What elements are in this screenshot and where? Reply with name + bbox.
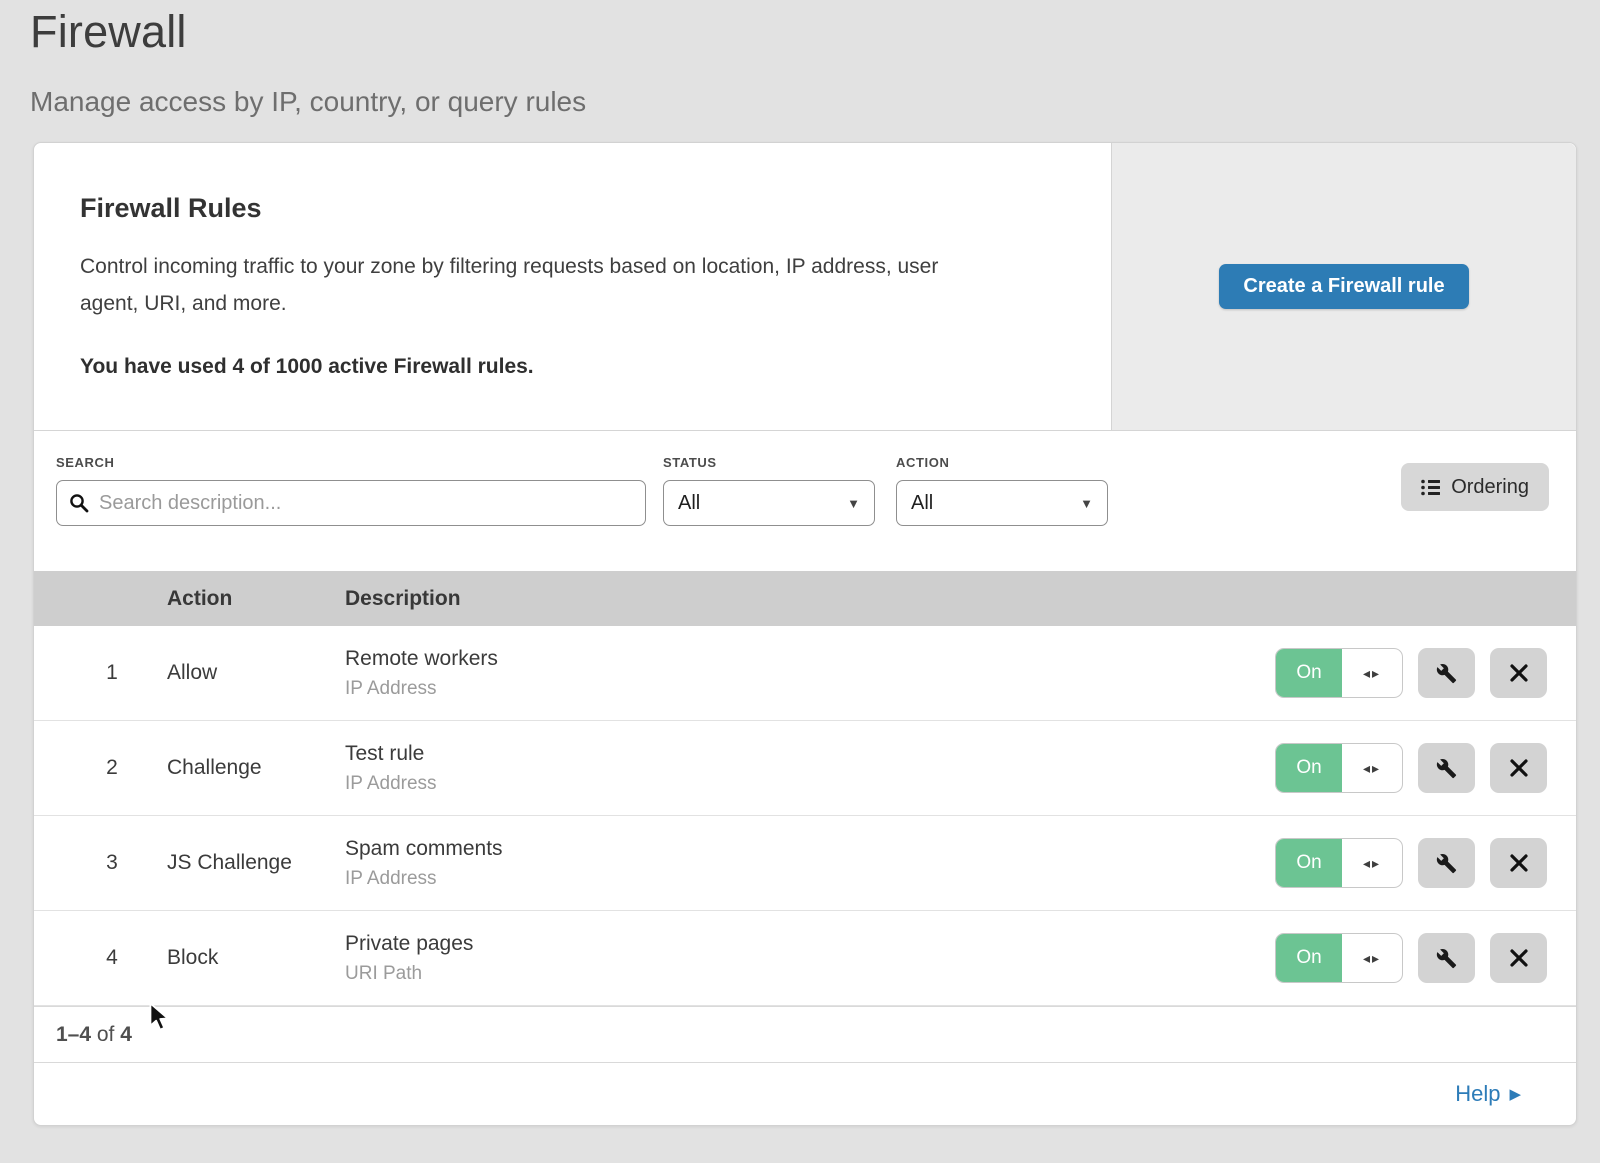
card-heading: Firewall Rules <box>80 193 1071 224</box>
search-input[interactable] <box>56 480 646 526</box>
status-select[interactable]: All ▼ <box>663 480 875 526</box>
search-icon <box>69 493 89 513</box>
edit-rule-button[interactable] <box>1418 648 1475 698</box>
toggle-on-label: On <box>1276 934 1342 982</box>
toggle-on-label: On <box>1276 649 1342 697</box>
rule-priority: 3 <box>94 851 130 875</box>
rule-enabled-toggle[interactable]: On ◂▸ <box>1275 648 1403 698</box>
rule-match-type: URI Path <box>345 963 1238 985</box>
toggle-handle-icon: ◂▸ <box>1342 934 1402 982</box>
rule-match-type: IP Address <box>345 773 1238 795</box>
toggle-handle-icon: ◂▸ <box>1342 839 1402 887</box>
intro-text-panel: Firewall Rules Control incoming traffic … <box>34 143 1111 430</box>
action-label: ACTION <box>896 455 1108 470</box>
rule-priority: 2 <box>94 756 130 780</box>
rule-match-type: IP Address <box>345 868 1238 890</box>
page-title: Firewall <box>30 6 1600 58</box>
wrench-icon <box>1436 948 1457 969</box>
intro-section: Firewall Rules Control incoming traffic … <box>34 143 1576 431</box>
card-footer: Help ▶ <box>34 1063 1576 1125</box>
rule-priority: 4 <box>94 946 130 970</box>
ordering-button[interactable]: Ordering <box>1401 463 1549 511</box>
wrench-icon <box>1436 758 1457 779</box>
card-description: Control incoming traffic to your zone by… <box>80 248 990 322</box>
rule-enabled-toggle[interactable]: On ◂▸ <box>1275 933 1403 983</box>
toggle-handle-icon: ◂▸ <box>1342 744 1402 792</box>
filters-bar: SEARCH STATUS All ▼ ACTION All ▼ <box>34 431 1576 571</box>
wrench-icon <box>1436 853 1457 874</box>
rule-description: Remote workers <box>345 647 1238 671</box>
delete-rule-button[interactable] <box>1490 648 1547 698</box>
delete-rule-button[interactable] <box>1490 933 1547 983</box>
toggle-on-label: On <box>1276 839 1342 887</box>
search-filter-group: SEARCH <box>56 455 646 526</box>
column-header-description: Description <box>345 587 1539 611</box>
status-filter-group: STATUS All ▼ <box>663 455 875 526</box>
page-header: Firewall Manage access by IP, country, o… <box>0 0 1600 118</box>
close-icon <box>1509 853 1529 873</box>
edit-rule-button[interactable] <box>1418 933 1475 983</box>
edit-rule-button[interactable] <box>1418 838 1475 888</box>
edit-rule-button[interactable] <box>1418 743 1475 793</box>
search-label: SEARCH <box>56 455 646 470</box>
create-firewall-rule-button[interactable]: Create a Firewall rule <box>1219 264 1468 309</box>
action-filter-group: ACTION All ▼ <box>896 455 1108 526</box>
usage-summary: You have used 4 of 1000 active Firewall … <box>80 355 1071 379</box>
rule-enabled-toggle[interactable]: On ◂▸ <box>1275 743 1403 793</box>
help-link-label: Help <box>1455 1081 1500 1107</box>
rule-description: Spam comments <box>345 837 1238 861</box>
rule-action: JS Challenge <box>167 851 308 875</box>
toggle-on-label: On <box>1276 744 1342 792</box>
pagination-separator: of <box>91 1023 120 1047</box>
ordered-list-icon <box>1421 479 1440 496</box>
page-subtitle: Manage access by IP, country, or query r… <box>30 86 1600 118</box>
close-icon <box>1509 663 1529 683</box>
rule-enabled-toggle[interactable]: On ◂▸ <box>1275 838 1403 888</box>
rule-description: Test rule <box>345 742 1238 766</box>
pagination-range: 1–4 <box>56 1023 91 1047</box>
pagination-bar: 1–4 of 4 <box>34 1006 1576 1063</box>
firewall-rules-card: Firewall Rules Control incoming traffic … <box>33 142 1577 1126</box>
chevron-down-icon: ▼ <box>847 496 860 511</box>
column-header-action: Action <box>167 587 308 611</box>
ordering-button-label: Ordering <box>1451 476 1529 499</box>
status-selected-value: All <box>678 492 700 515</box>
rule-priority: 1 <box>94 661 130 685</box>
table-row: 2 Challenge Test rule IP Address On ◂▸ <box>34 721 1576 816</box>
table-row: 4 Block Private pages URI Path On ◂▸ <box>34 911 1576 1006</box>
chevron-down-icon: ▼ <box>1080 496 1093 511</box>
help-link[interactable]: Help ▶ <box>1455 1081 1521 1107</box>
delete-rule-button[interactable] <box>1490 838 1547 888</box>
rule-description: Private pages <box>345 932 1238 956</box>
pagination-total: 4 <box>120 1023 132 1047</box>
close-icon <box>1509 758 1529 778</box>
create-rule-panel: Create a Firewall rule <box>1111 143 1576 430</box>
table-row: 1 Allow Remote workers IP Address On ◂▸ <box>34 626 1576 721</box>
rule-match-type: IP Address <box>345 678 1238 700</box>
status-label: STATUS <box>663 455 875 470</box>
delete-rule-button[interactable] <box>1490 743 1547 793</box>
action-select[interactable]: All ▼ <box>896 480 1108 526</box>
table-row: 3 JS Challenge Spam comments IP Address … <box>34 816 1576 911</box>
arrow-right-icon: ▶ <box>1509 1085 1521 1103</box>
action-selected-value: All <box>911 492 933 515</box>
wrench-icon <box>1436 663 1457 684</box>
rule-action: Challenge <box>167 756 308 780</box>
rule-action: Block <box>167 946 308 970</box>
close-icon <box>1509 948 1529 968</box>
rule-action: Allow <box>167 661 308 685</box>
table-header: Action Description <box>34 571 1576 626</box>
toggle-handle-icon: ◂▸ <box>1342 649 1402 697</box>
